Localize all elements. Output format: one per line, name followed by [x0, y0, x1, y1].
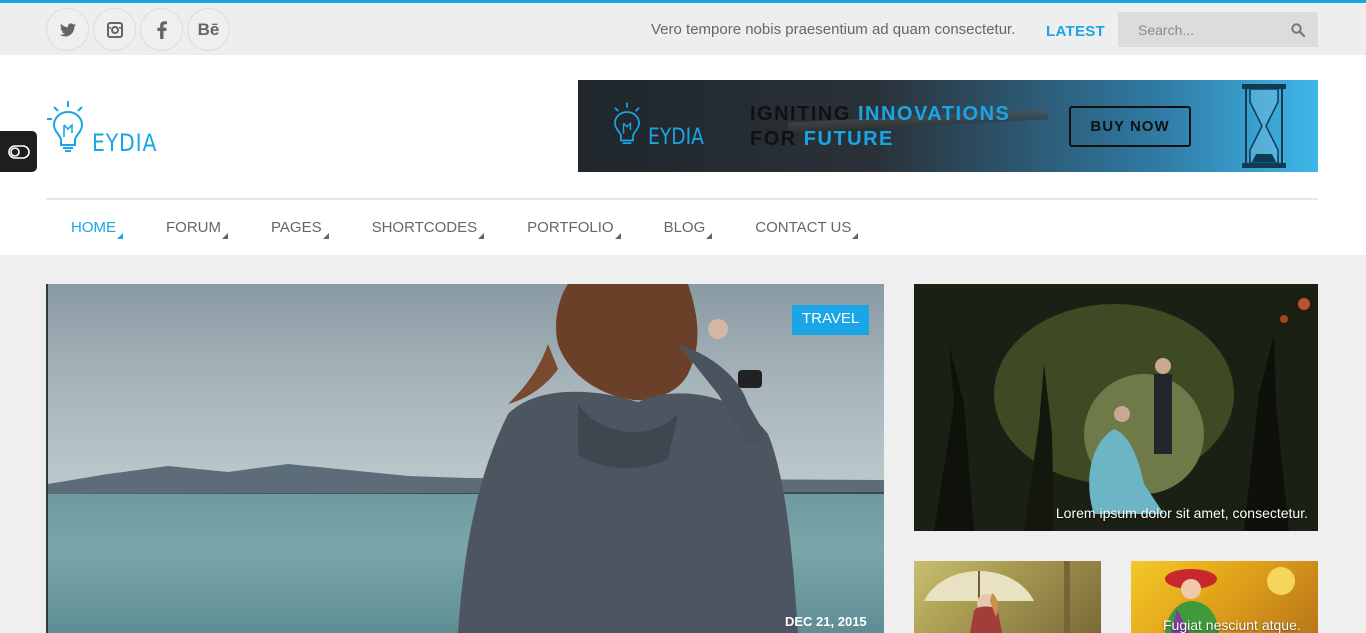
nav-label: SHORTCODES: [371, 219, 478, 236]
social-links: Bē: [46, 8, 230, 51]
banner-line2-a: FOR: [750, 128, 804, 150]
thumb-post-1[interactable]: [914, 561, 1101, 633]
nav-item-forum[interactable]: FORUM: [141, 200, 246, 255]
side-post-caption[interactable]: Lorem ipsum dolor sit amet, consectetur.: [1056, 505, 1308, 521]
nav-label: PAGES: [271, 219, 322, 236]
search-icon[interactable]: [1283, 22, 1313, 37]
post-date: DEC 21, 2015: [785, 614, 867, 629]
banner-line1-b: INNOVATIONS: [857, 103, 1011, 125]
banner-logo-text: EYDIA: [648, 125, 704, 150]
lightbulb-icon: [614, 102, 640, 144]
woman-hoodie-graphic: [458, 284, 798, 633]
banner-line1-a: IGNITING: [750, 103, 858, 125]
style-switcher-toggle[interactable]: [0, 131, 37, 172]
nav-label: FORUM: [166, 219, 221, 236]
nav-item-blog[interactable]: BLOG: [639, 200, 731, 255]
search-box: [1118, 12, 1318, 47]
lightbulb-icon: [47, 101, 84, 152]
search-input[interactable]: [1118, 12, 1283, 47]
toggle-icon: [7, 144, 30, 159]
site-logo[interactable]: EYDIA: [46, 99, 169, 155]
nav-item-contact-us[interactable]: CONTACT US: [730, 200, 876, 255]
side-post[interactable]: Lorem ipsum dolor sit amet, consectetur.: [914, 284, 1318, 531]
news-ticker[interactable]: Vero tempore nobis praesentium ad quam c…: [651, 21, 1015, 38]
category-tag[interactable]: TRAVEL: [792, 305, 870, 335]
buy-now-button[interactable]: BUY NOW: [1069, 106, 1191, 147]
nav-item-shortcodes[interactable]: SHORTCODES: [347, 200, 503, 255]
banner-line2-b: FUTURE: [803, 128, 894, 150]
twitter-icon[interactable]: [46, 8, 89, 51]
behance-icon[interactable]: Bē: [187, 8, 230, 51]
site-header: EYDIA EYDIA IGNITING INNOVATIONS FOR FUT…: [0, 55, 1366, 255]
caret-icon: [614, 233, 621, 239]
banner-headline: IGNITING INNOVATIONS FOR FUTURE: [750, 102, 1010, 152]
nav-label: PORTFOLIO: [527, 219, 614, 236]
thumb-post-2[interactable]: Fugiat nesciunt atque.: [1131, 561, 1318, 633]
nav-item-pages[interactable]: PAGES: [246, 200, 347, 255]
caret-icon: [222, 233, 228, 239]
hourglass-icon: [1242, 84, 1286, 168]
caret-icon: [706, 233, 713, 239]
nav-label: CONTACT US: [755, 219, 852, 236]
banner-logo: EYDIA: [608, 100, 714, 150]
umbrella-woman-graphic: [924, 561, 1070, 633]
nav-label: BLOG: [663, 219, 706, 236]
logo-text: EYDIA: [92, 129, 158, 157]
caret-icon: [852, 233, 859, 239]
caret-icon: [322, 233, 329, 239]
nav-item-home[interactable]: HOME: [46, 200, 141, 255]
main-nav: HOME FORUM PAGES SHORTCODES PORTFOLIO BL…: [46, 198, 1318, 255]
featured-post[interactable]: TRAVEL DEC 21, 2015: [46, 284, 884, 633]
behance-label: Bē: [197, 19, 220, 39]
caret-icon: [478, 233, 485, 239]
thumb-caption[interactable]: Fugiat nesciunt atque.: [1163, 617, 1301, 633]
nav-item-portfolio[interactable]: PORTFOLIO: [502, 200, 638, 255]
latest-link[interactable]: LATEST: [1046, 23, 1105, 40]
ad-banner[interactable]: EYDIA IGNITING INNOVATIONS FOR FUTURE BU…: [578, 80, 1318, 172]
facebook-icon[interactable]: [140, 8, 183, 51]
top-bar: Bē Vero tempore nobis praesentium ad qua…: [0, 0, 1366, 55]
caret-icon: [117, 233, 123, 239]
nav-label: HOME: [71, 219, 116, 236]
forest-couple-graphic: [914, 284, 1318, 531]
instagram-icon[interactable]: [93, 8, 136, 51]
